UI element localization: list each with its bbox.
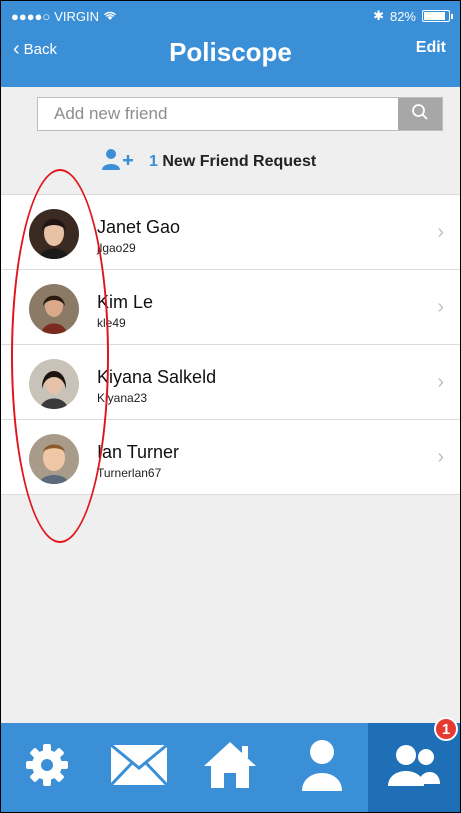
home-icon — [202, 740, 258, 795]
tab-bar: 1 — [1, 717, 460, 812]
wifi-icon — [103, 9, 117, 24]
tab-profile[interactable] — [276, 723, 368, 812]
tab-settings[interactable] — [1, 723, 93, 812]
bluetooth-icon: ✱ — [373, 8, 384, 23]
friend-name: Janet Gao — [97, 217, 181, 237]
search-input[interactable] — [38, 98, 398, 130]
friend-username: jlgao29 — [97, 241, 136, 255]
carrier-label: VIRGIN — [54, 8, 100, 24]
avatar — [29, 434, 79, 484]
friend-name: Kiyana Salkeld — [97, 367, 217, 387]
page-title: Poliscope — [169, 37, 292, 67]
friend-username: Kiyana23 — [97, 391, 148, 405]
battery-icon — [422, 10, 453, 22]
edit-button[interactable]: Edit — [416, 39, 446, 57]
nav-bar: ‹ Back Poliscope Edit — [1, 29, 460, 79]
friend-row[interactable]: Kiyana Salkeld Kiyana23 › — [1, 345, 460, 420]
chevron-right-icon: › — [437, 446, 444, 468]
friend-row[interactable]: Kim Le kle49 › — [1, 270, 460, 345]
avatar — [29, 284, 79, 334]
tab-friends[interactable]: 1 — [368, 717, 460, 812]
friends-icon — [386, 742, 442, 793]
chevron-right-icon: › — [437, 221, 444, 243]
request-label: New Friend Request — [162, 153, 317, 170]
friend-name: Ian Turner — [97, 442, 180, 462]
avatar — [29, 209, 79, 259]
friend-row[interactable]: Ian Turner Turnerlan67 › — [1, 420, 460, 495]
carrier: ●●●●○ VIRGIN — [11, 9, 117, 24]
avatar — [29, 359, 79, 409]
friend-row[interactable]: Janet Gao jlgao29 › — [1, 195, 460, 270]
search-button[interactable] — [398, 98, 442, 130]
battery-label: 82% — [389, 8, 416, 24]
tab-home[interactable] — [185, 723, 277, 812]
friend-username: Turnerlan67 — [97, 466, 162, 480]
notification-badge: 1 — [433, 717, 458, 741]
search-icon — [411, 103, 429, 126]
chevron-right-icon: › — [437, 296, 444, 318]
friend-request-link[interactable]: 1 New Friend Request — [101, 147, 316, 177]
search-bar — [37, 97, 443, 131]
header: ●●●●○ VIRGIN ✱ 82% ‹ Back Poliscope Edit — [1, 1, 460, 87]
chevron-right-icon: › — [437, 371, 444, 393]
friend-username: kle49 — [97, 316, 126, 330]
friend-list: Janet Gao jlgao29 › Kim Le kle49 › Kiyan… — [1, 194, 460, 495]
app-frame: ●●●●○ VIRGIN ✱ 82% ‹ Back Poliscope Edit — [0, 0, 461, 813]
friend-name: Kim Le — [97, 292, 154, 312]
request-count: 1 — [149, 153, 158, 170]
user-icon — [300, 739, 344, 796]
mail-icon — [109, 743, 168, 791]
status-bar: ●●●●○ VIRGIN ✱ 82% — [11, 7, 453, 25]
gear-icon — [22, 740, 72, 795]
add-user-icon — [101, 148, 137, 177]
status-right: ✱ 82% — [373, 8, 453, 24]
signal-icon: ●●●●○ — [11, 8, 51, 24]
tab-messages[interactable] — [93, 723, 185, 812]
